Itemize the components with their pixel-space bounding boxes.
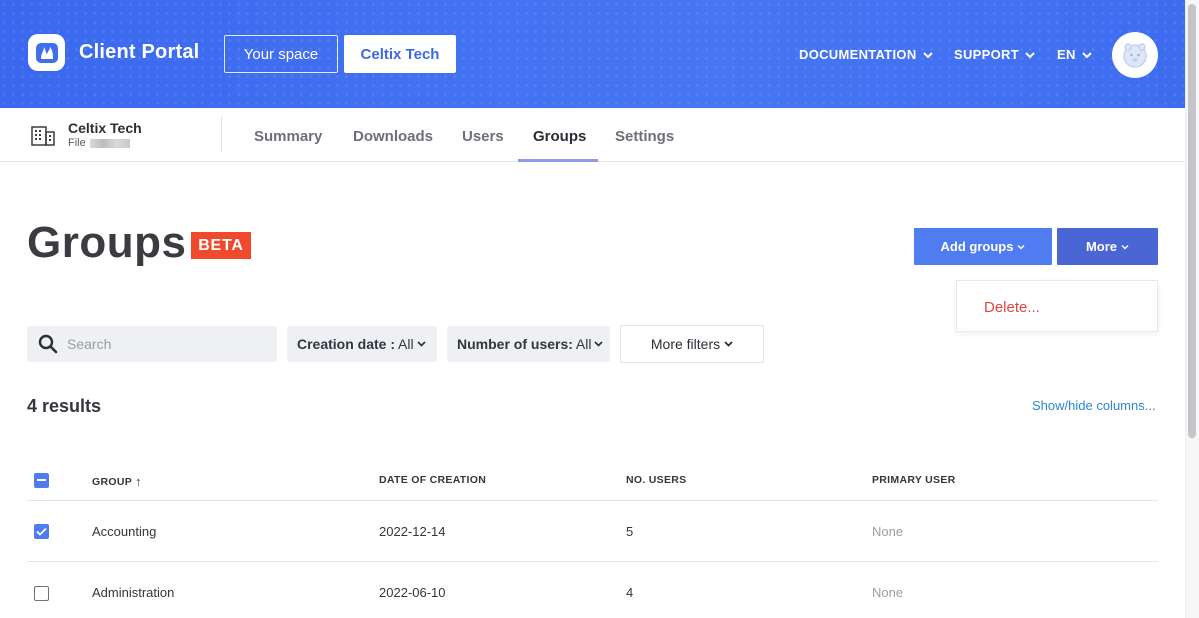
column-header-users[interactable]: NO. USERS	[626, 474, 686, 486]
add-groups-label: Add groups	[940, 239, 1014, 254]
top-bar: Client Portal Your space Celtix Tech DOC…	[0, 0, 1185, 108]
creation-date-filter-value: All	[398, 336, 414, 352]
org-file-label: File	[68, 137, 86, 149]
more-button[interactable]: More	[1057, 228, 1158, 265]
column-header-primary-user[interactable]: PRIMARY USER	[872, 474, 956, 486]
cell-date: 2022-12-14	[379, 524, 446, 539]
your-space-button[interactable]: Your space	[224, 35, 338, 73]
chevron-down-icon	[922, 51, 933, 58]
cell-date: 2022-06-10	[379, 585, 446, 600]
add-groups-button[interactable]: Add groups	[914, 228, 1052, 265]
tab-users[interactable]: Users	[462, 128, 504, 145]
chevron-down-icon	[1025, 51, 1035, 58]
building-icon	[31, 126, 55, 146]
documentation-label: DOCUMENTATION	[799, 47, 917, 62]
cell-primary-user: None	[872, 585, 904, 600]
chevron-down-icon	[1017, 244, 1025, 250]
row-checkbox[interactable]	[34, 524, 49, 539]
column-group-label: GROUP	[92, 475, 133, 488]
chevron-down-icon	[1081, 51, 1092, 58]
search-icon	[38, 334, 58, 354]
column-header-group[interactable]: GROUP ↑	[92, 474, 142, 489]
show-hide-columns-link[interactable]: Show/hide columns...	[1032, 398, 1156, 413]
support-label: SUPPORT	[954, 47, 1019, 62]
redacted-file-number	[89, 138, 130, 148]
chevron-down-icon	[1121, 244, 1129, 250]
chevron-down-icon	[417, 341, 426, 347]
tab-downloads[interactable]: Downloads	[353, 128, 433, 145]
more-filters-label: More filters	[650, 336, 721, 352]
scrollbar-thumb[interactable]	[1188, 4, 1196, 438]
tab-settings[interactable]: Settings	[615, 128, 674, 145]
company-button[interactable]: Celtix Tech	[344, 35, 456, 73]
results-count: 4 results	[27, 396, 102, 416]
documentation-menu[interactable]: DOCUMENTATION	[799, 47, 933, 62]
tab-summary[interactable]: Summary	[254, 128, 322, 145]
beta-badge: BETA	[191, 232, 251, 259]
language-menu[interactable]: EN	[1057, 47, 1092, 62]
user-avatar-icon	[1123, 43, 1147, 68]
creation-date-filter[interactable]: Creation date : All	[287, 326, 437, 362]
table-row[interactable]: Accounting 2022-12-14 5 None	[27, 501, 1158, 562]
active-tab-indicator	[518, 159, 598, 162]
search-bar	[27, 326, 277, 362]
number-of-users-filter[interactable]: Number of users: All	[447, 326, 610, 362]
app-title[interactable]: Client Portal	[79, 41, 199, 64]
table-row[interactable]: Administration 2022-06-10 4 None	[27, 562, 1158, 618]
row-checkbox[interactable]	[34, 586, 49, 601]
org-name: Celtix Tech	[68, 120, 142, 136]
divider	[221, 116, 222, 152]
org-file: File	[68, 137, 130, 149]
more-dropdown-menu: Delete...	[956, 280, 1158, 332]
sort-ascending-icon: ↑	[135, 474, 142, 489]
page-title: Groups	[27, 218, 187, 267]
more-label: More	[1085, 239, 1118, 254]
cell-primary-user: None	[872, 524, 904, 539]
chevron-down-icon	[724, 341, 733, 347]
cell-group[interactable]: Accounting	[92, 524, 156, 539]
search-input[interactable]	[67, 326, 267, 362]
minus-icon	[37, 479, 46, 481]
more-filters-button[interactable]: More filters	[620, 325, 764, 363]
avatar[interactable]	[1112, 32, 1158, 78]
number-of-users-filter-label: Number of users:	[457, 336, 573, 352]
creation-date-filter-label: Creation date :	[297, 336, 396, 352]
table-header: GROUP ↑ DATE OF CREATION NO. USERS PRIMA…	[27, 460, 1158, 501]
cell-users: 5	[626, 524, 634, 539]
select-all-checkbox[interactable]	[34, 473, 49, 488]
chevron-down-icon	[594, 341, 604, 347]
number-of-users-filter-value: All	[575, 336, 592, 352]
language-label: EN	[1057, 47, 1076, 62]
checkmark-icon	[36, 527, 47, 536]
portal-logo-icon[interactable]	[28, 34, 65, 71]
column-header-date[interactable]: DATE OF CREATION	[379, 474, 486, 486]
support-menu[interactable]: SUPPORT	[954, 47, 1035, 62]
cell-group[interactable]: Administration	[92, 585, 174, 600]
delete-menu-item[interactable]: Delete...	[984, 299, 1040, 316]
tab-groups[interactable]: Groups	[533, 128, 586, 145]
cell-users: 4	[626, 585, 634, 600]
sub-header: Celtix Tech File Summary Downloads Users…	[0, 108, 1185, 162]
